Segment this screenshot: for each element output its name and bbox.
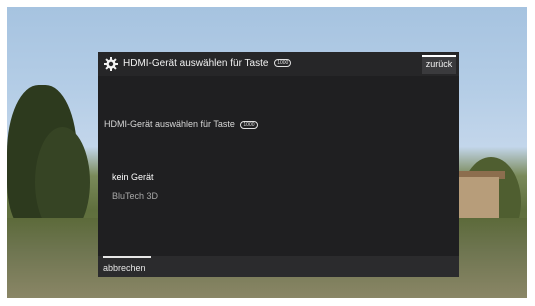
device-option-label: BluTech 3D [112, 191, 159, 201]
device-option-blutech-3d[interactable]: BluTech 3D [112, 191, 158, 210]
cancel-button-label: abbrechen [103, 263, 146, 273]
back-button-focus-bar [422, 55, 456, 57]
tv-background: HDMI-Gerät auswählen für Taste 1000 zurü… [7, 7, 527, 298]
dialog-footer: abbrechen [98, 256, 459, 277]
device-option-label: kein Gerät [112, 172, 154, 182]
dialog-subtitle-text: HDMI-Gerät auswählen für Taste [104, 119, 235, 129]
back-button-label: zurück [425, 59, 453, 69]
gear-icon [104, 57, 118, 71]
dialog-title-text: HDMI-Gerät auswählen für Taste [123, 58, 269, 69]
dialog-title: HDMI-Gerät auswählen für Taste 1000 [123, 58, 292, 69]
remote-key-badge-icon: 1000 [274, 59, 292, 68]
cancel-button[interactable]: abbrechen [103, 256, 151, 277]
dialog-header: HDMI-Gerät auswählen für Taste 1000 zurü… [98, 52, 459, 76]
back-button[interactable]: zurück [422, 55, 456, 74]
dialog-subtitle: HDMI-Gerät auswählen für Taste 1000 [104, 119, 258, 129]
device-list: kein Gerät BluTech 3D [112, 172, 158, 210]
hdmi-device-dialog: HDMI-Gerät auswählen für Taste 1000 zurü… [98, 52, 459, 277]
remote-key-badge-icon: 1000 [240, 120, 258, 129]
device-option-none[interactable]: kein Gerät [112, 172, 158, 191]
cancel-button-focus-bar [103, 256, 151, 258]
